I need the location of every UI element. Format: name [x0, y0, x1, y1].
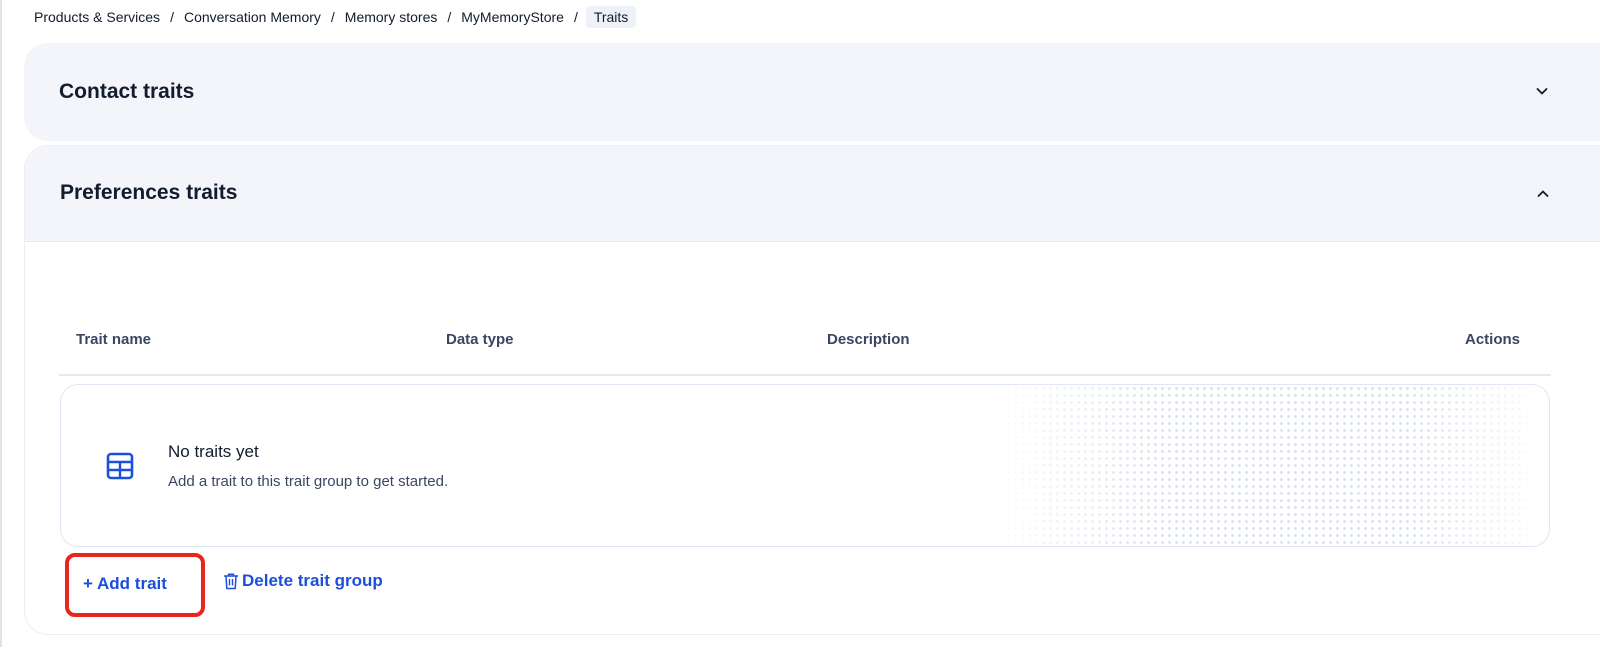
left-border: [0, 0, 2, 647]
empty-state-title: No traits yet: [168, 442, 259, 461]
decorative-dot-pattern: [991, 385, 1549, 546]
add-trait-button[interactable]: + Add trait: [65, 553, 205, 617]
breadcrumb-conversation-memory[interactable]: Conversation Memory: [184, 9, 321, 25]
delete-trait-group-label: Delete trait group: [242, 571, 383, 590]
breadcrumb-separator: /: [330, 9, 335, 25]
preferences-traits-title: Preferences traits: [60, 181, 238, 204]
preferences-traits-header[interactable]: Preferences traits: [25, 146, 1600, 242]
table-icon: [106, 452, 134, 480]
breadcrumb-separator: /: [573, 9, 578, 25]
table-header-divider: [59, 374, 1551, 376]
column-header-description: Description: [827, 331, 910, 348]
breadcrumb-mymemorystore[interactable]: MyMemoryStore: [461, 9, 564, 25]
contact-traits-header[interactable]: Contact traits: [24, 43, 1600, 141]
breadcrumb: Products & Services / Conversation Memor…: [34, 6, 637, 28]
column-header-actions: Actions: [1465, 331, 1521, 348]
breadcrumb-separator: /: [447, 9, 452, 25]
column-header-data-type: Data type: [446, 331, 514, 348]
add-trait-label: + Add trait: [83, 574, 167, 593]
contact-traits-title: Contact traits: [59, 80, 195, 103]
empty-state-description: Add a trait to this trait group to get s…: [168, 473, 449, 490]
chevron-down-icon[interactable]: [1535, 84, 1549, 98]
delete-trait-group-button[interactable]: Delete trait group: [223, 569, 383, 593]
column-header-trait-name: Trait name: [76, 331, 152, 348]
empty-state: No traits yet Add a trait to this trait …: [60, 384, 1550, 547]
preferences-traits-panel: Preferences traits Trait name Data type …: [24, 145, 1600, 635]
breadcrumb-memory-stores[interactable]: Memory stores: [345, 9, 438, 25]
breadcrumb-current-traits: Traits: [585, 6, 637, 28]
chevron-up-icon[interactable]: [1536, 187, 1550, 201]
breadcrumb-products-services[interactable]: Products & Services: [34, 9, 160, 25]
contact-traits-panel: Contact traits: [24, 43, 1600, 141]
trash-icon: [223, 573, 239, 590]
breadcrumb-separator: /: [170, 9, 174, 25]
